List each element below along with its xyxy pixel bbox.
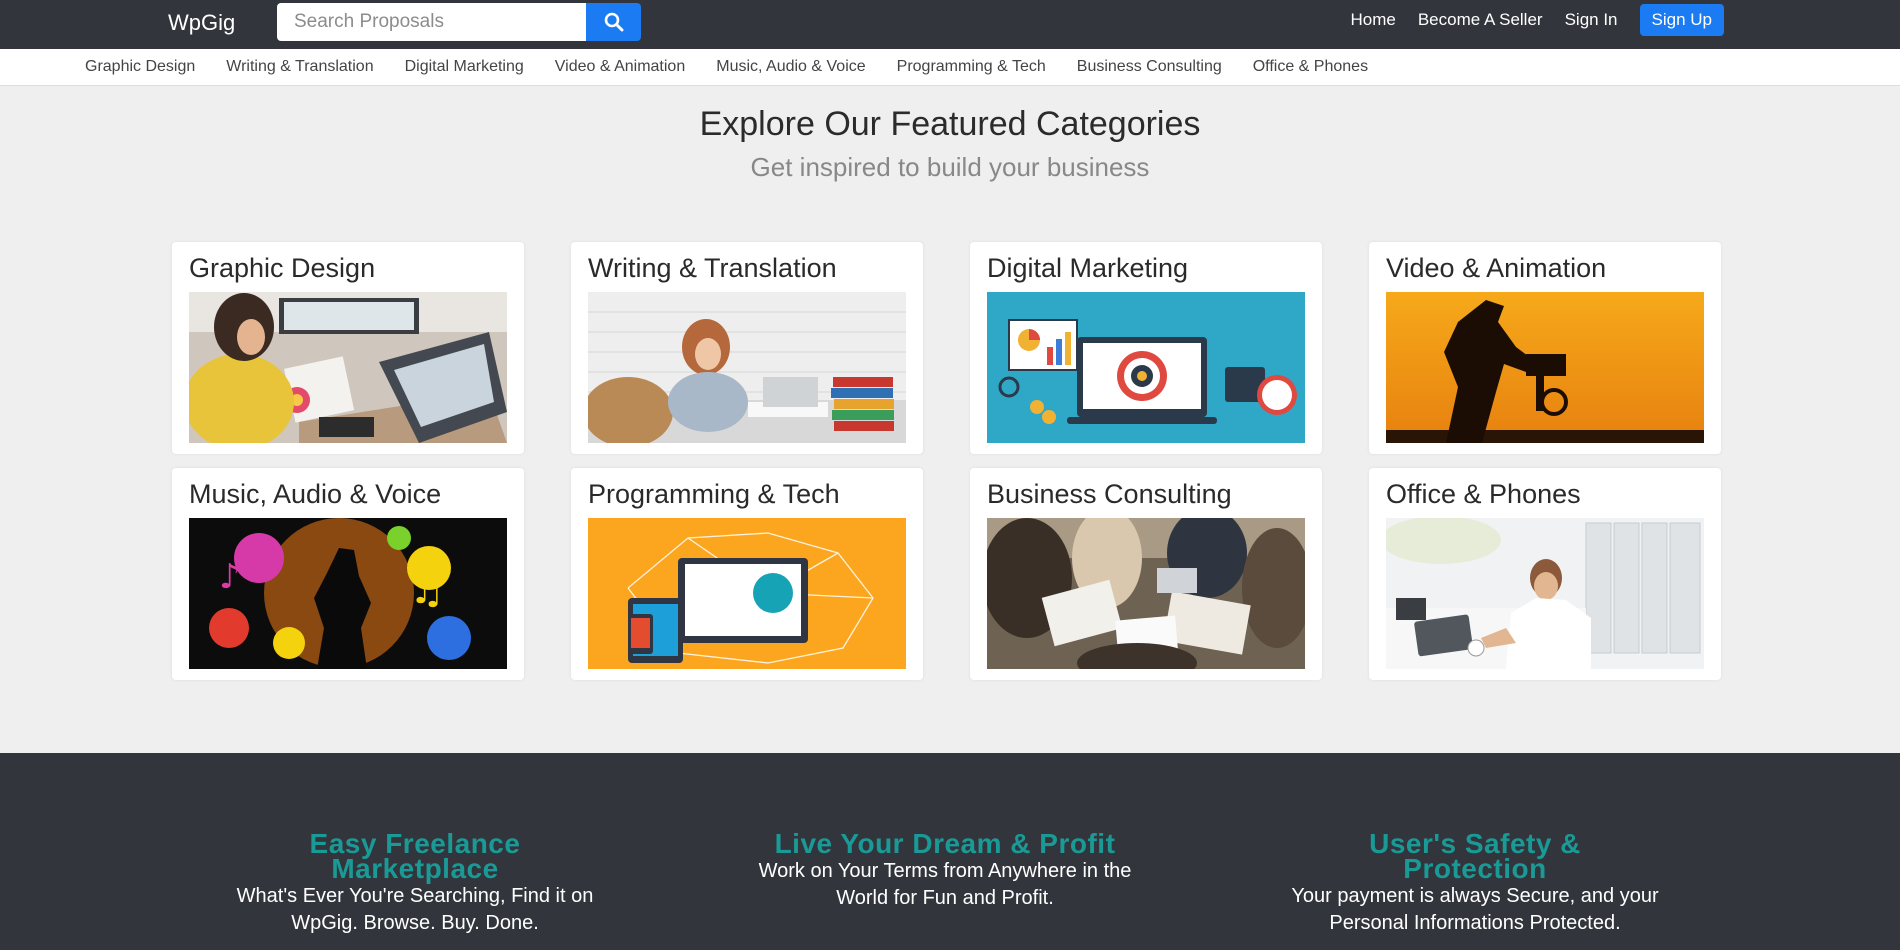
card-image-graphic-design [189, 292, 507, 443]
top-navbar: WpGig Home Become A Seller Sign In Sign … [0, 0, 1900, 49]
category-card-business-consulting[interactable]: Business Consulting [970, 468, 1322, 680]
nav-home[interactable]: Home [1350, 10, 1395, 30]
svg-text:♪: ♪ [219, 557, 241, 597]
card-image-digital-marketing [987, 292, 1305, 443]
search-bar [277, 3, 641, 41]
card-title: Video & Animation [1386, 253, 1607, 283]
feature-user-safety: User's Safety & Protection Your payment … [1230, 828, 1720, 937]
card-title: Graphic Design [189, 253, 376, 283]
feature-live-your-dream: Live Your Dream & Profit Work on Your Te… [700, 828, 1190, 912]
feature-easy-marketplace: Easy Freelance Marketplace What's Ever Y… [170, 828, 660, 937]
search-input[interactable] [277, 3, 586, 41]
feature-description: What's Ever You're Searching, Find it on… [236, 885, 594, 934]
nav-become-seller[interactable]: Become A Seller [1418, 10, 1543, 30]
category-bar: Graphic Design Writing & Translation Dig… [0, 49, 1900, 86]
card-image-office-phones [1386, 518, 1704, 669]
category-card-programming-tech[interactable]: Programming & Tech [571, 468, 923, 680]
search-icon [604, 12, 623, 32]
footer-features: Easy Freelance Marketplace What's Ever Y… [0, 753, 1900, 950]
category-card-graphic-design[interactable]: Graphic Design [172, 242, 524, 454]
card-title: Digital Marketing [987, 253, 1189, 283]
category-link-writing-translation[interactable]: Writing & Translation [226, 58, 373, 76]
card-title: Programming & Tech [588, 479, 840, 509]
feature-description: Work on Your Terms from Anywhere in the … [758, 860, 1132, 909]
page-subtitle: Get inspired to build your business [750, 152, 1150, 182]
category-link-programming-tech[interactable]: Programming & Tech [897, 58, 1046, 76]
category-card-office-phones[interactable]: Office & Phones [1369, 468, 1721, 680]
category-link-graphic-design[interactable]: Graphic Design [85, 58, 195, 76]
card-title: Writing & Translation [588, 253, 837, 283]
top-nav: Home Become A Seller Sign In Sign Up [1350, 3, 1724, 37]
category-card-digital-marketing[interactable]: Digital Marketing [970, 242, 1322, 454]
brand-logo[interactable]: WpGig [168, 10, 235, 36]
category-link-digital-marketing[interactable]: Digital Marketing [405, 58, 524, 76]
card-image-business-consulting [987, 518, 1305, 669]
category-link-business-consulting[interactable]: Business Consulting [1077, 58, 1222, 76]
card-title: Office & Phones [1386, 479, 1581, 509]
card-image-music-audio-voice: ♫ ♪ [189, 518, 507, 669]
card-title: Business Consulting [987, 479, 1232, 509]
category-link-office-phones[interactable]: Office & Phones [1253, 58, 1368, 76]
category-link-video-animation[interactable]: Video & Animation [555, 58, 685, 76]
feature-title: Live Your Dream & Profit [774, 828, 1116, 859]
svg-text:♫: ♫ [409, 567, 445, 613]
category-link-music-audio-voice[interactable]: Music, Audio & Voice [716, 58, 865, 76]
category-card-video-animation[interactable]: Video & Animation [1369, 242, 1721, 454]
feature-title: User's Safety & Protection [1369, 828, 1581, 884]
card-image-writing-translation [588, 292, 906, 443]
card-image-video-animation [1386, 292, 1704, 443]
card-image-programming-tech [588, 518, 906, 669]
category-card-music-audio-voice[interactable]: Music, Audio & Voice ♫ ♪ [172, 468, 524, 680]
sign-up-button[interactable]: Sign Up [1639, 4, 1724, 36]
page-title: Explore Our Featured Categories [699, 105, 1201, 143]
search-button[interactable] [586, 3, 641, 41]
card-title: Music, Audio & Voice [189, 479, 442, 509]
nav-sign-in[interactable]: Sign In [1565, 10, 1618, 30]
feature-title: Easy Freelance Marketplace [309, 828, 521, 884]
feature-description: Your payment is always Secure, and your … [1291, 885, 1659, 934]
category-card-writing-translation[interactable]: Writing & Translation [571, 242, 923, 454]
